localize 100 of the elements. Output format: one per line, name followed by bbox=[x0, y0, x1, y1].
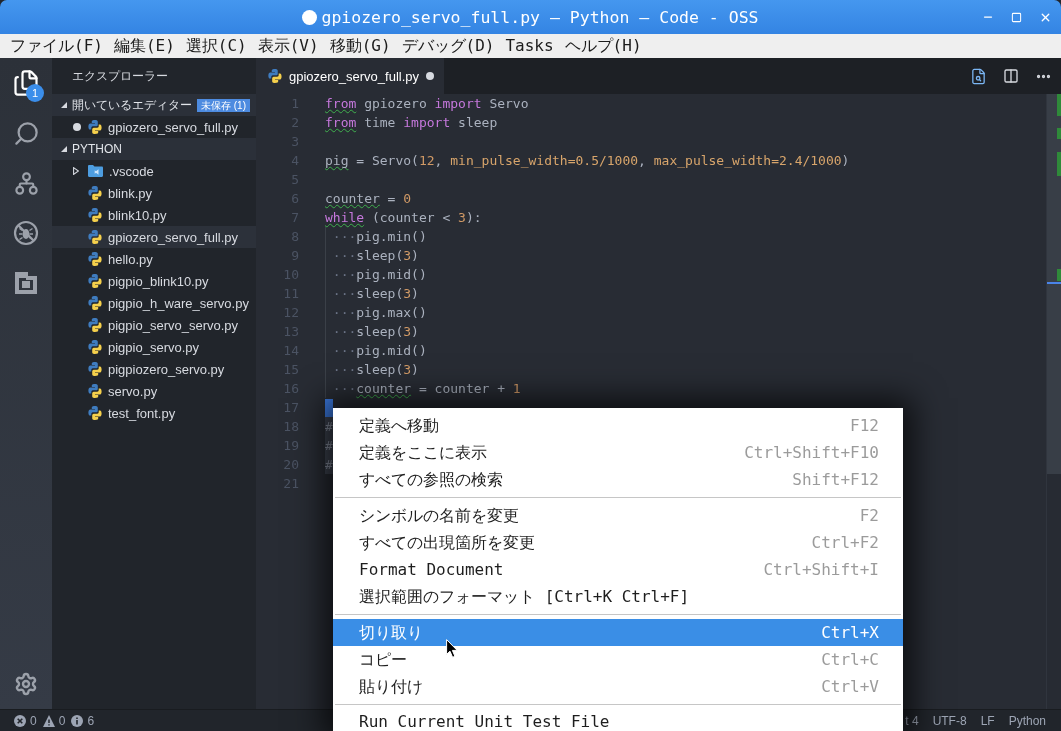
code-line: ···pig.mid() bbox=[325, 341, 427, 360]
python-icon bbox=[88, 362, 102, 376]
change-marker bbox=[1057, 269, 1061, 281]
code-line: ···sleep(3) bbox=[325, 360, 419, 379]
code-line: pig = Servo(12, min_pulse_width=0.5/1000, max_pulse_width=2.4/1000) bbox=[325, 152, 850, 170]
cursor-marker bbox=[1047, 282, 1061, 284]
editor-tab[interactable]: gpiozero_servo_full.py bbox=[256, 58, 444, 94]
unsaved-count-badge: 未保存 (1) bbox=[197, 98, 250, 112]
menu-item[interactable]: ファイル(F) bbox=[10, 36, 103, 56]
python-icon bbox=[268, 69, 282, 83]
python-icon bbox=[88, 318, 102, 332]
context-menu-item[interactable]: Format Document Ctrl+Shift+I bbox=[333, 556, 903, 583]
section-header[interactable]: 開いているエディター 未保存 (1) bbox=[52, 94, 256, 116]
open-editor-item[interactable]: gpiozero_servo_full.py bbox=[52, 116, 256, 138]
code-line: while (counter < 3): bbox=[325, 209, 482, 227]
code-line: from time import sleep bbox=[325, 114, 498, 132]
folder-item[interactable]: .vscode bbox=[52, 160, 256, 182]
context-menu-item[interactable]: 選択範囲のフォーマット [Ctrl+K Ctrl+F] bbox=[333, 583, 903, 610]
mouse-pointer-icon bbox=[446, 639, 458, 658]
menu-item[interactable]: Tasks bbox=[505, 36, 554, 56]
context-menu-item[interactable]: シンボルの名前を変更 F2 bbox=[333, 502, 903, 529]
info-count[interactable]: 6 bbox=[87, 713, 95, 728]
error-count[interactable]: 0 bbox=[30, 713, 37, 728]
code-line: ···counter = counter + 1 bbox=[325, 379, 521, 398]
shortcut-label: Ctrl+X bbox=[821, 623, 879, 642]
shortcut-label: Ctrl+C bbox=[821, 650, 879, 669]
file-item[interactable]: pigpiozero_servo.py bbox=[52, 358, 256, 380]
file-item[interactable]: servo.py bbox=[52, 380, 256, 402]
shortcut-label: Ctrl+V bbox=[821, 677, 879, 696]
extensions-icon[interactable] bbox=[14, 271, 38, 295]
files-icon[interactable] bbox=[12, 69, 40, 97]
split-editor-icon[interactable] bbox=[1003, 68, 1019, 84]
code-line: ···pig.min() bbox=[325, 227, 427, 246]
context-menu-item[interactable]: 貼り付け Ctrl+V bbox=[333, 673, 903, 700]
code-line: ···sleep(3) bbox=[325, 246, 419, 265]
warning-count[interactable]: 0 bbox=[58, 713, 66, 728]
context-menu-item[interactable]: すべての参照の検索 Shift+F12 bbox=[333, 466, 903, 493]
code-line: ···pig.mid() bbox=[325, 265, 427, 284]
file-item[interactable]: blink10.py bbox=[52, 204, 256, 226]
status-item[interactable]: UTF-8 bbox=[932, 713, 967, 728]
search-icon[interactable] bbox=[12, 119, 40, 147]
context-menu-item[interactable]: すべての出現箇所を変更 Ctrl+F2 bbox=[333, 529, 903, 556]
menu-item[interactable]: 表示(V) bbox=[257, 36, 319, 56]
python-icon bbox=[88, 186, 102, 200]
file-item[interactable]: test_font.py bbox=[52, 402, 256, 424]
shortcut-label: Shift+F12 bbox=[792, 470, 879, 489]
change-marker bbox=[1057, 152, 1061, 176]
python-icon bbox=[88, 274, 102, 288]
settings-icon[interactable] bbox=[14, 672, 38, 696]
shortcut-label: Ctrl+F2 bbox=[811, 533, 879, 552]
section-header[interactable]: PYTHON bbox=[52, 138, 256, 160]
python-icon bbox=[88, 384, 102, 398]
bug-icon[interactable] bbox=[13, 220, 39, 246]
python-icon bbox=[88, 120, 102, 134]
scrollbar-thumb[interactable] bbox=[1047, 94, 1061, 474]
shortcut-label: Ctrl+Shift+F10 bbox=[744, 443, 879, 462]
maximize-icon[interactable] bbox=[1011, 11, 1022, 23]
file-item[interactable]: pigpio_servo.py bbox=[52, 336, 256, 358]
menu-item[interactable]: デバッグ(D) bbox=[401, 36, 495, 56]
change-marker bbox=[1057, 94, 1061, 116]
file-item[interactable]: pigpio_blink10.py bbox=[52, 270, 256, 292]
folder-icon bbox=[88, 165, 103, 177]
error-icon bbox=[14, 714, 26, 727]
context-menu-item[interactable]: コピー Ctrl+C bbox=[333, 646, 903, 673]
shortcut-label: F12 bbox=[850, 416, 879, 435]
code-line: ···sleep(3) bbox=[325, 284, 419, 303]
change-marker bbox=[1057, 128, 1061, 139]
code-line: ···sleep(3) bbox=[325, 322, 419, 341]
file-item[interactable]: pigpio_h_ware_servo.py bbox=[52, 292, 256, 314]
branch-icon[interactable] bbox=[12, 169, 40, 197]
file-item[interactable]: blink.py bbox=[52, 182, 256, 204]
menu-item[interactable]: 移動(G) bbox=[329, 36, 391, 56]
sidebar-title: エクスプローラー bbox=[71, 67, 169, 85]
text-cursor bbox=[325, 399, 333, 417]
python-icon bbox=[88, 340, 102, 354]
shortcut-label: F2 bbox=[859, 506, 879, 525]
info-icon bbox=[71, 714, 84, 727]
status-item[interactable]: LF bbox=[980, 713, 995, 728]
python-icon bbox=[88, 230, 102, 244]
file-item[interactable]: gpiozero_servo_full.py bbox=[52, 226, 256, 248]
file-item[interactable]: hello.py bbox=[52, 248, 256, 270]
file-item[interactable]: pigpio_servo_servo.py bbox=[52, 314, 256, 336]
window-title: gpiozero_servo_full.py — Python — Code - OSS bbox=[321, 7, 759, 27]
status-item[interactable]: Python bbox=[1008, 713, 1046, 728]
menu-item[interactable]: ヘルプ(H) bbox=[564, 36, 642, 56]
python-icon bbox=[88, 296, 102, 310]
context-menu-item[interactable]: Run Current Unit Test File bbox=[333, 709, 903, 731]
status-item[interactable]: t 4 bbox=[905, 713, 919, 728]
python-icon bbox=[88, 208, 102, 222]
code-line: ···pig.max() bbox=[325, 303, 427, 322]
context-menu-item[interactable]: 定義へ移動 F12 bbox=[333, 412, 903, 439]
python-icon bbox=[88, 406, 102, 420]
file-search-icon[interactable] bbox=[970, 67, 987, 85]
python-icon bbox=[88, 252, 102, 266]
menu-item[interactable]: 選択(C) bbox=[185, 36, 247, 56]
shortcut-label: Ctrl+Shift+I bbox=[763, 560, 879, 579]
menu-item[interactable]: 編集(E) bbox=[113, 36, 175, 56]
code-line: from gpiozero import Servo bbox=[325, 95, 529, 113]
code-line: counter = 0 bbox=[325, 190, 412, 208]
context-menu-item[interactable]: 定義をここに表示 Ctrl+Shift+F10 bbox=[333, 439, 903, 466]
